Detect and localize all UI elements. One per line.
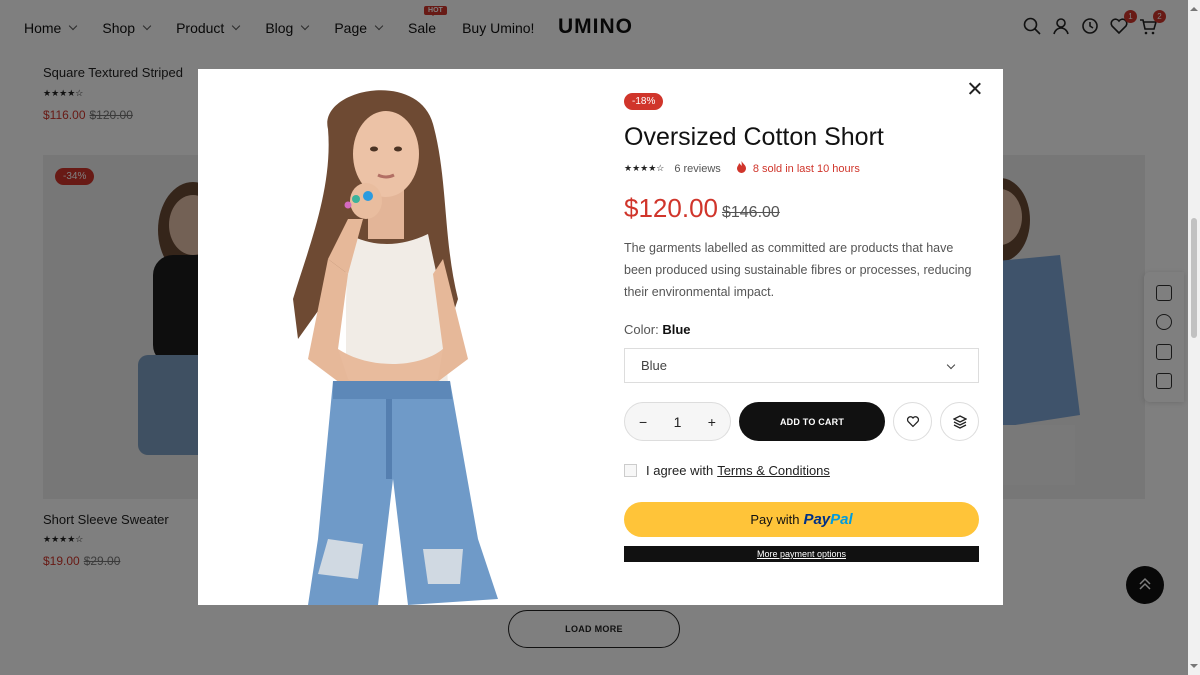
product-meta: ★★★★☆ 6 reviews 8 sold in last 10 hours <box>624 161 860 176</box>
scrollbar-thumb[interactable] <box>1191 218 1197 338</box>
discount-badge: -18% <box>624 93 664 110</box>
product-title: Oversized Cotton Short <box>624 123 884 151</box>
chevron-down-icon <box>946 360 956 370</box>
paypal-prefix: Pay with <box>750 512 800 527</box>
heart-icon <box>906 416 919 428</box>
paypal-logo-pal: Pal <box>830 511 853 528</box>
product-description: The garments labelled as committed are p… <box>624 241 972 299</box>
product-image <box>198 69 600 605</box>
agree-text: I agree with <box>646 463 714 478</box>
scroll-up-arrow[interactable] <box>1190 3 1198 11</box>
product-details: -18% Oversized Cotton Short ★★★★☆ 6 revi… <box>624 69 979 605</box>
compare-button[interactable] <box>940 402 979 441</box>
quick-view-modal: -18% Oversized Cotton Short ★★★★☆ 6 revi… <box>198 69 1003 605</box>
quantity-stepper: − 1 + <box>624 402 731 441</box>
fire-icon <box>736 161 747 176</box>
quantity-value[interactable]: 1 <box>674 414 682 430</box>
terms-link[interactable]: Terms & Conditions <box>717 463 830 478</box>
rating-stars: ★★★★☆ <box>624 163 665 173</box>
price-current: $120.00 <box>624 193 718 223</box>
paypal-button[interactable]: Pay with PayPal <box>624 502 979 537</box>
terms-checkbox[interactable] <box>624 464 637 477</box>
plus-icon[interactable]: + <box>708 414 716 430</box>
add-to-cart-button[interactable]: ADD TO CART <box>739 402 885 441</box>
product-price: $120.00 $146.00 <box>624 193 780 224</box>
color-label-text: Color: <box>624 322 659 337</box>
scroll-down-arrow[interactable] <box>1190 664 1198 672</box>
color-select[interactable]: Blue <box>624 348 979 383</box>
paypal-logo-pay: Pay <box>803 511 831 528</box>
select-value: Blue <box>641 358 668 373</box>
paypal-logo: PayPal <box>803 511 852 528</box>
color-value: Blue <box>662 322 691 337</box>
price-old: $146.00 <box>721 204 780 221</box>
reviews-link[interactable]: 6 reviews <box>674 163 720 175</box>
color-label: Color: Blue <box>624 322 690 337</box>
more-payment-options-link[interactable]: More payment options <box>624 546 979 562</box>
layers-icon <box>952 414 967 429</box>
minus-icon[interactable]: − <box>639 414 647 430</box>
page-scrollbar[interactable] <box>1188 0 1200 675</box>
terms-agreement: I agree with Terms & Conditions <box>624 463 830 478</box>
wishlist-button[interactable] <box>893 402 932 441</box>
sold-count: 8 sold in last 10 hours <box>752 162 860 175</box>
